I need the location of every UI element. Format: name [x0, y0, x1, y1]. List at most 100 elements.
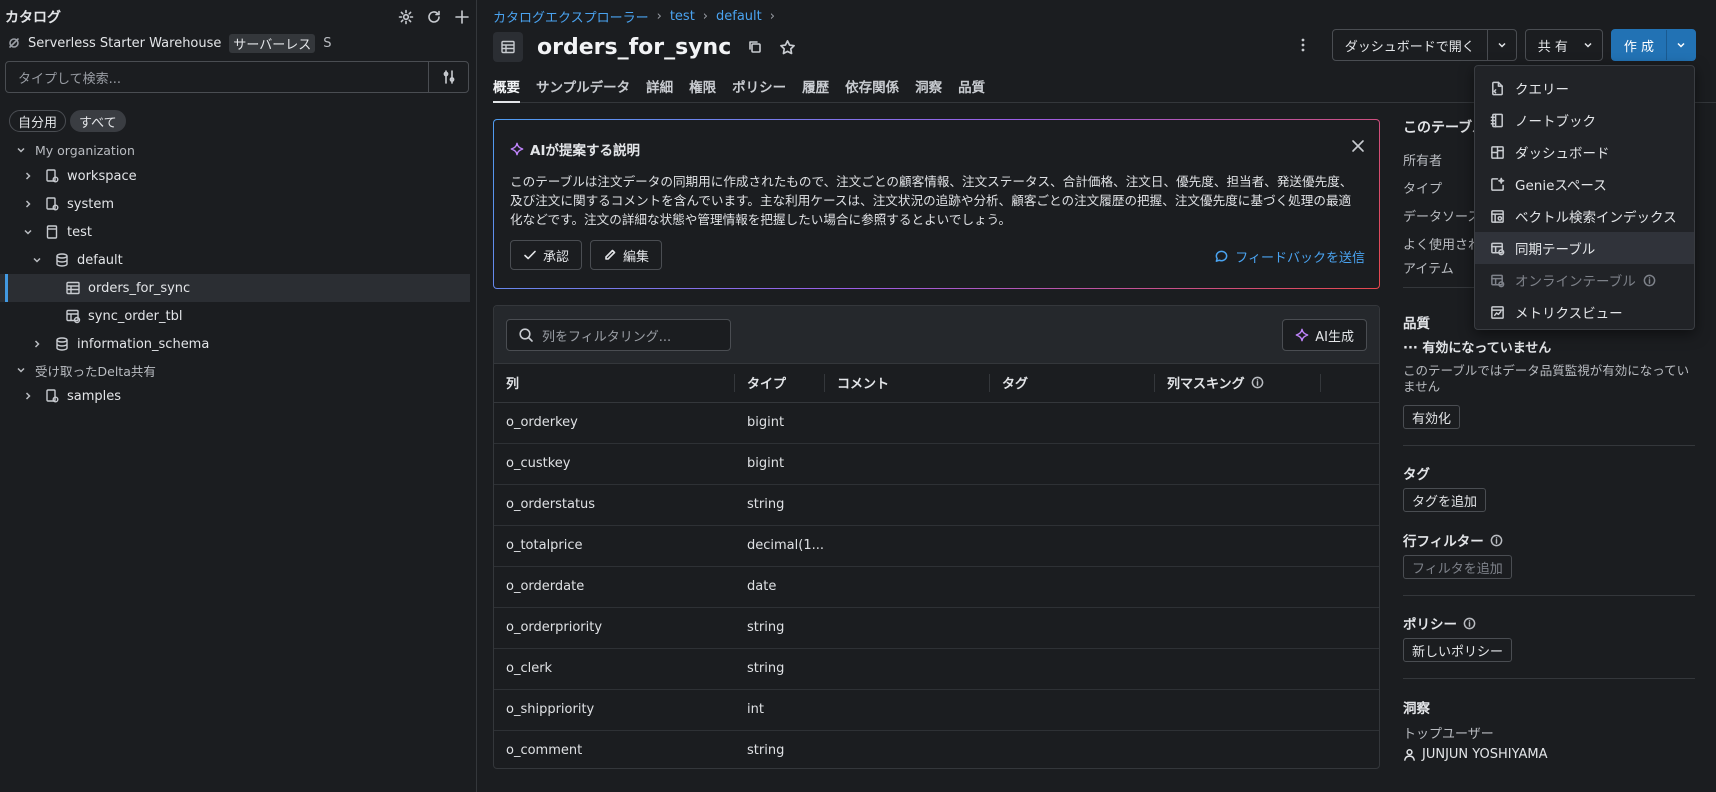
info-icon[interactable] — [1251, 376, 1264, 389]
column-header-tags[interactable]: タグ — [990, 364, 1155, 403]
table-row[interactable]: o_orderkey bigint — [494, 402, 1379, 444]
top-user-entry[interactable]: JUNJUN YOSHIYAMA — [1403, 747, 1548, 762]
tab-insights[interactable]: 洞察 — [915, 73, 942, 103]
info-icon[interactable] — [1463, 617, 1476, 630]
refresh-icon[interactable] — [426, 9, 442, 25]
search-input[interactable]: タイプして検索... — [6, 68, 428, 87]
add-icon[interactable] — [454, 9, 470, 25]
copy-icon[interactable] — [747, 39, 763, 55]
edit-button[interactable]: 編集 — [590, 240, 663, 270]
send-feedback-link[interactable]: フィードバックを送信 — [1214, 247, 1365, 266]
share-label[interactable]: 共 有 — [1526, 30, 1580, 60]
filter-pill-mine[interactable]: 自分用 — [9, 110, 67, 132]
tree-item-test[interactable]: test — [0, 218, 470, 246]
menu-item-notebook[interactable]: ノートブック — [1475, 104, 1694, 136]
more-options-icon[interactable] — [1292, 37, 1314, 53]
tab-history[interactable]: 履歴 — [802, 73, 829, 103]
share-button[interactable]: 共 有 — [1524, 29, 1603, 61]
tab-overview[interactable]: 概要 — [493, 73, 520, 103]
table-row[interactable]: o_custkey bigint — [494, 443, 1379, 485]
ai-generate-button[interactable]: AI生成 — [1282, 319, 1367, 351]
close-icon[interactable] — [1351, 139, 1365, 153]
approve-button[interactable]: 承認 — [510, 240, 583, 270]
chevron-down-icon[interactable] — [1666, 30, 1695, 60]
tab-permissions[interactable]: 権限 — [689, 73, 716, 103]
chevron-down-icon[interactable] — [1486, 30, 1516, 60]
info-icon[interactable] — [1490, 534, 1503, 547]
column-type: date — [735, 566, 825, 608]
open-dashboard-button[interactable]: ダッシュボードで開く — [1331, 29, 1517, 61]
breadcrumb-default[interactable]: default — [716, 9, 762, 24]
gear-icon[interactable] — [398, 9, 414, 25]
open-dashboard-label[interactable]: ダッシュボードで開く — [1333, 30, 1487, 60]
table-row[interactable]: o_clerk string — [494, 648, 1379, 690]
menu-item-genie-space[interactable]: Genieスペース — [1475, 168, 1694, 200]
column-type: bigint — [735, 443, 825, 485]
tab-lineage[interactable]: 依存関係 — [845, 73, 899, 103]
column-filter-input[interactable]: 列をフィルタリング... — [506, 319, 731, 351]
enable-quality-button[interactable]: 有効化 — [1403, 405, 1461, 429]
tree-item-sync-order-tbl[interactable]: sync_order_tbl — [0, 302, 470, 330]
menu-item-dashboard[interactable]: ダッシュボード — [1475, 136, 1694, 168]
table-row[interactable]: o_shippriority int — [494, 689, 1379, 731]
tree-item-information-schema[interactable]: information_schema — [0, 330, 470, 358]
warehouse-selector[interactable]: Serverless Starter Warehouse サーバーレス S — [8, 33, 332, 53]
breadcrumb-catalog-explorer[interactable]: カタログエクスプローラー — [493, 7, 649, 26]
table-row[interactable]: o_comment string — [494, 730, 1379, 768]
table-row[interactable]: o_totalprice decimal(1... — [494, 525, 1379, 567]
breadcrumb-separator: › — [769, 9, 775, 24]
table-row[interactable]: o_orderdate date — [494, 566, 1379, 608]
insights-title: 洞察 — [1403, 701, 1430, 717]
menu-item-online-table[interactable]: オンラインテーブル — [1475, 264, 1694, 296]
create-label[interactable]: 作 成 — [1612, 30, 1666, 60]
chevron-down-icon[interactable] — [14, 145, 28, 155]
column-header-name[interactable]: 列 — [494, 364, 735, 403]
tree-group-my-organization[interactable]: My organization — [0, 138, 470, 162]
chevron-right-icon[interactable] — [21, 199, 35, 209]
chevron-right-icon[interactable] — [30, 339, 44, 349]
breadcrumb-test[interactable]: test — [670, 9, 695, 24]
create-button[interactable]: 作 成 — [1610, 29, 1696, 61]
menu-item-vector-search-index[interactable]: ベクトル検索インデックス — [1475, 200, 1694, 232]
tree-item-samples[interactable]: samples — [0, 382, 470, 410]
filter-pill-all[interactable]: すべて — [70, 110, 126, 132]
tab-policies[interactable]: ポリシー — [732, 73, 786, 103]
pencil-icon — [603, 248, 617, 262]
chevron-down-icon[interactable] — [1580, 30, 1602, 60]
sparkle-icon — [510, 142, 524, 156]
tree-label: system — [67, 196, 114, 212]
add-filter-button[interactable]: フィルタを追加 — [1403, 555, 1512, 579]
column-name: o_orderkey — [494, 402, 735, 444]
tab-details[interactable]: 詳細 — [646, 73, 673, 103]
tree-item-default[interactable]: default — [0, 246, 470, 274]
chevron-down-icon[interactable] — [21, 227, 35, 237]
info-icon[interactable] — [1642, 274, 1658, 287]
table-row[interactable]: o_orderpriority string — [494, 607, 1379, 649]
table-row[interactable]: o_orderstatus string — [494, 484, 1379, 526]
new-policy-button[interactable]: 新しいポリシー — [1403, 638, 1513, 662]
tree-item-workspace[interactable]: workspace — [0, 162, 470, 190]
column-header-masking[interactable]: 列マスキング — [1155, 364, 1321, 403]
tree-item-system[interactable]: system — [0, 190, 470, 218]
tree-group-received-delta-shares[interactable]: 受け取ったDelta共有 — [0, 358, 470, 382]
menu-item-synced-table[interactable]: 同期テーブル — [1475, 232, 1694, 264]
filter-settings-button[interactable] — [428, 62, 468, 92]
columns-table: 列 タイプ コメント タグ 列マスキング o_orderkey bigint o… — [494, 364, 1379, 768]
catalog-search[interactable]: タイプして検索... — [5, 61, 469, 93]
star-icon[interactable] — [779, 39, 796, 56]
column-header-type[interactable]: タイプ — [735, 364, 825, 403]
tab-quality[interactable]: 品質 — [958, 73, 985, 103]
chevron-right-icon[interactable] — [21, 171, 35, 181]
approve-label: 承認 — [543, 249, 570, 265]
chevron-right-icon[interactable] — [21, 391, 35, 401]
tab-sample-data[interactable]: サンプルデータ — [536, 73, 630, 103]
tree-item-orders-for-sync[interactable]: orders_for_sync — [0, 274, 470, 302]
menu-item-metric-view[interactable]: メトリクスビュー — [1475, 296, 1694, 328]
menu-item-query[interactable]: クエリー — [1475, 72, 1694, 104]
column-type: bigint — [735, 402, 825, 444]
column-header-comment[interactable]: コメント — [825, 364, 990, 403]
chevron-down-icon[interactable] — [14, 365, 28, 375]
add-tag-button[interactable]: タグを追加 — [1403, 488, 1487, 512]
chevron-down-icon[interactable] — [30, 255, 44, 265]
serverless-badge: サーバーレス — [229, 33, 316, 53]
